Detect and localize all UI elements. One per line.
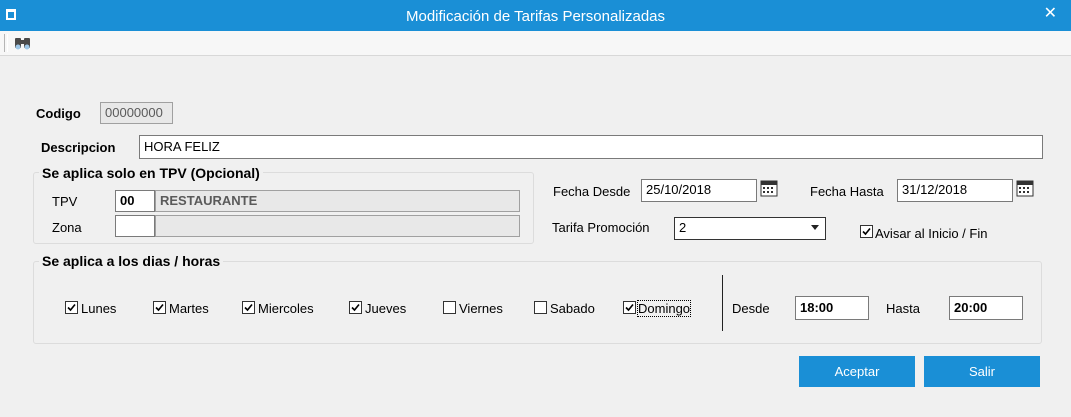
domingo-checkbox[interactable] [623, 301, 636, 314]
fecha-desde-label: Fecha Desde [553, 184, 631, 199]
codigo-label: Codigo [36, 106, 81, 121]
aceptar-button[interactable]: Aceptar [799, 356, 915, 387]
hora-desde-input[interactable]: 18:00 [795, 296, 869, 320]
calendar-icon[interactable] [760, 179, 778, 197]
sabado-checkbox[interactable] [534, 301, 547, 314]
tarifa-promocion-label: Tarifa Promoción [552, 220, 650, 235]
tpv-name-field: RESTAURANTE [155, 190, 520, 212]
lunes-label: Lunes [81, 301, 117, 316]
avisar-checkbox[interactable] [860, 225, 873, 238]
toolbar [0, 31, 1071, 56]
zona-name-field [155, 215, 520, 237]
fecha-desde-input[interactable]: 25/10/2018 [641, 179, 757, 202]
tpv-code-input[interactable]: 00 [115, 190, 155, 212]
codigo-field: 00000000 [100, 102, 173, 124]
miercoles-checkbox[interactable] [242, 301, 255, 314]
title-bar: Modificación de Tarifas Personalizadas ✕ [0, 0, 1071, 31]
viernes-label: Viernes [459, 301, 503, 316]
jueves-checkbox[interactable] [349, 301, 362, 314]
hora-hasta-input[interactable]: 20:00 [949, 296, 1023, 320]
martes-label: Martes [169, 301, 209, 316]
martes-checkbox[interactable] [153, 301, 166, 314]
tpv-group-legend: Se aplica solo en TPV (Opcional) [39, 165, 263, 181]
window-title: Modificación de Tarifas Personalizadas [405, 8, 666, 25]
domingo-label: Domingo [636, 300, 692, 317]
zona-label: Zona [52, 220, 82, 235]
jueves-label: Jueves [365, 301, 407, 316]
days-group-legend: Se aplica a los dias / horas [39, 253, 224, 269]
zona-code-input[interactable] [115, 215, 155, 237]
viernes-checkbox[interactable] [443, 301, 456, 314]
close-icon[interactable]: ✕ [1044, 3, 1057, 23]
miercoles-label: Miercoles [258, 301, 314, 316]
tarifa-promocion-select[interactable]: 2 [674, 217, 826, 240]
salir-button[interactable]: Salir [924, 356, 1040, 387]
lunes-checkbox[interactable] [65, 301, 78, 314]
toolbar-grip [4, 34, 8, 52]
tarifa-promocion-value: 2 [679, 220, 687, 235]
descripcion-input[interactable]: HORA FELIZ [139, 135, 1043, 159]
calendar-icon[interactable] [1016, 179, 1034, 197]
separator [722, 275, 723, 331]
hora-desde-label: Desde [732, 301, 770, 316]
avisar-label: Avisar al Inicio / Fin [875, 226, 988, 241]
chevron-down-icon [811, 225, 819, 230]
binoculars-icon[interactable] [12, 34, 34, 52]
sabado-label: Sabado [550, 301, 595, 316]
tpv-label: TPV [52, 194, 78, 209]
fecha-hasta-label: Fecha Hasta [810, 184, 884, 199]
fecha-hasta-input[interactable]: 31/12/2018 [897, 179, 1013, 202]
hora-hasta-label: Hasta [886, 301, 920, 316]
descripcion-label: Descripcion [41, 140, 116, 155]
